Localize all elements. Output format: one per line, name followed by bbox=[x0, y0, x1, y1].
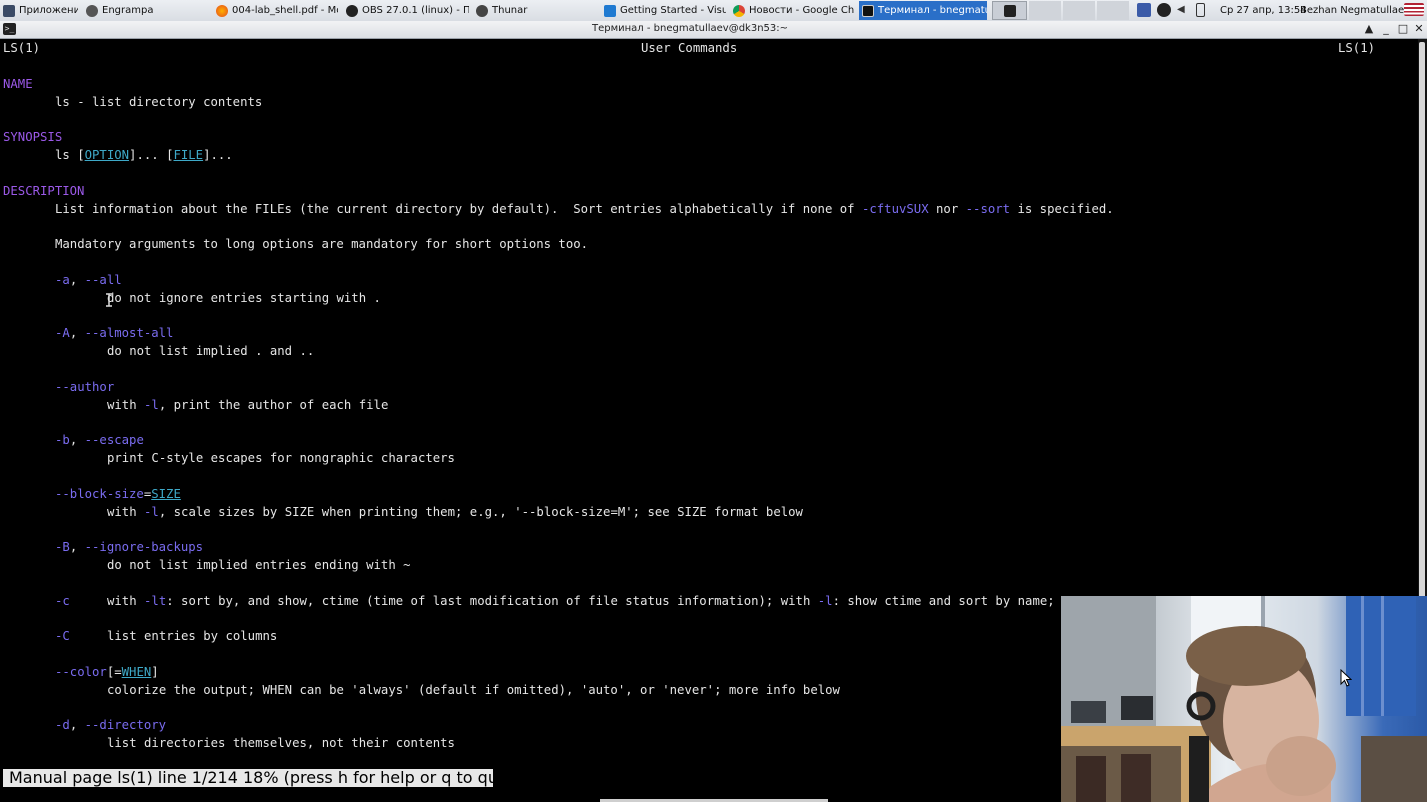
task-thunar[interactable]: Thunar bbox=[473, 1, 598, 20]
keyboard-layout-flag-icon[interactable] bbox=[1404, 3, 1424, 16]
obs-tray-icon[interactable] bbox=[1157, 3, 1171, 17]
vscode-icon bbox=[604, 4, 616, 17]
task-label: Thunar bbox=[492, 5, 528, 16]
pager-status-line: Manual page ls(1) line 1/214 18% (press … bbox=[3, 769, 515, 787]
close-button[interactable]: ✕ bbox=[1412, 22, 1426, 35]
task-engrampa[interactable]: Engrampa bbox=[83, 1, 208, 20]
option-almost-all-flags: -A, --almost-all bbox=[55, 326, 174, 340]
volume-icon[interactable]: ◀ bbox=[1177, 3, 1191, 17]
workspace-2[interactable] bbox=[1029, 1, 1061, 20]
option-block-size-text: with -l, scale sizes by SIZE when printi… bbox=[107, 505, 803, 519]
task-obs[interactable]: OBS 27.0.1 (linux) - П... bbox=[343, 1, 469, 20]
taskbar: Приложения Engrampa 004-lab_shell.pdf - … bbox=[0, 0, 1427, 22]
terminal-icon bbox=[862, 4, 874, 17]
option-columns-flag: -C bbox=[55, 629, 70, 643]
webcam-overlay bbox=[1061, 596, 1427, 802]
man-header-right: LS(1) bbox=[1338, 41, 1376, 55]
option-all-text: do not ignore entries starting with . bbox=[107, 291, 381, 305]
option-c-flag: -c bbox=[55, 594, 70, 608]
archive-icon bbox=[86, 4, 98, 17]
option-escape-flags: -b, --escape bbox=[55, 433, 144, 447]
network-icon[interactable] bbox=[1137, 3, 1151, 17]
task-chrome[interactable]: Новости - Google Chr... bbox=[730, 1, 855, 20]
apps-menu-icon bbox=[3, 4, 15, 17]
option-author-text: with -l, print the author of each file bbox=[107, 398, 389, 412]
battery-icon[interactable] bbox=[1196, 3, 1205, 17]
option-color-text: colorize the output; WHEN can be 'always… bbox=[107, 683, 840, 697]
workspace-1[interactable] bbox=[992, 1, 1027, 20]
webcam-video-frame bbox=[1061, 596, 1427, 802]
option-color-flag: --color[=WHEN] bbox=[55, 665, 159, 679]
window-titlebar[interactable]: >_ Терминал - bnegmatullaev@dk3n53:~ ▲ _… bbox=[0, 21, 1427, 39]
terminal-icon bbox=[1004, 4, 1016, 17]
task-label: Getting Started - Visu... bbox=[620, 5, 726, 16]
window-title: Терминал - bnegmatullaev@dk3n53:~ bbox=[591, 23, 789, 34]
task-pdf-viewer[interactable]: 004-lab_shell.pdf - Mo... bbox=[213, 1, 338, 20]
synopsis-line: ls [OPTION]... [FILE]... bbox=[55, 148, 233, 162]
description-paragraph-2: Mandatory arguments to long options are … bbox=[55, 237, 589, 251]
task-label: OBS 27.0.1 (linux) - П... bbox=[362, 5, 469, 16]
workspace-4[interactable] bbox=[1097, 1, 1129, 20]
maximize-button[interactable]: □ bbox=[1396, 22, 1410, 35]
task-label: Терминал - bnegmatul... bbox=[878, 5, 987, 16]
option-block-size-flag: --block-size=SIZE bbox=[55, 487, 181, 501]
applications-menu-label: Приложения bbox=[19, 5, 78, 16]
option-ignore-backups-flags: -B, --ignore-backups bbox=[55, 540, 204, 554]
task-label: 004-lab_shell.pdf - Mo... bbox=[232, 5, 338, 16]
mouse-pointer-icon bbox=[1340, 669, 1352, 687]
shade-button[interactable]: ▲ bbox=[1362, 22, 1376, 35]
man-header-center: User Commands bbox=[641, 41, 738, 55]
workspace-3[interactable] bbox=[1063, 1, 1095, 20]
option-all-flags: -a, --all bbox=[55, 273, 122, 287]
description-paragraph-1: List information about the FILEs (the cu… bbox=[55, 202, 1114, 216]
user-menu[interactable]: Bezhan Negmatullaev bbox=[1300, 5, 1410, 16]
minimize-button[interactable]: _ bbox=[1379, 22, 1393, 35]
text-cursor-icon bbox=[106, 293, 112, 307]
obs-icon bbox=[346, 4, 358, 17]
file-manager-icon bbox=[476, 4, 488, 17]
clock[interactable]: Ср 27 апр, 13:54 bbox=[1220, 5, 1307, 16]
option-directory-flags: -d, --directory bbox=[55, 718, 167, 732]
option-columns-text: list entries by columns bbox=[107, 629, 278, 643]
option-almost-all-text: do not list implied . and .. bbox=[107, 344, 315, 358]
task-vscode[interactable]: Getting Started - Visu... bbox=[601, 1, 726, 20]
task-label: Engrampa bbox=[102, 5, 154, 16]
section-heading-name: NAME bbox=[3, 77, 33, 91]
option-escape-text: print C-style escapes for nongraphic cha… bbox=[107, 451, 455, 465]
scrollbar-thumb[interactable] bbox=[1419, 42, 1425, 632]
task-terminal[interactable]: Терминал - bnegmatul... bbox=[859, 1, 987, 20]
name-description: ls - list directory contents bbox=[55, 95, 263, 109]
option-author-flag: --author bbox=[55, 380, 115, 394]
chrome-icon bbox=[733, 4, 745, 17]
option-c-text: with -lt: sort by, and show, ctime (time… bbox=[107, 594, 1055, 608]
option-ignore-backups-text: do not list implied entries ending with … bbox=[107, 558, 411, 572]
task-label: Новости - Google Chr... bbox=[749, 5, 855, 16]
man-header-left: LS(1) bbox=[3, 41, 41, 55]
firefox-icon bbox=[216, 4, 228, 17]
option-directory-text: list directories themselves, not their c… bbox=[107, 736, 455, 750]
synopsis-file-arg: FILE bbox=[173, 148, 204, 162]
synopsis-option-arg: OPTION bbox=[84, 148, 130, 162]
section-heading-description: DESCRIPTION bbox=[3, 184, 85, 198]
applications-menu-button[interactable]: Приложения bbox=[0, 1, 78, 20]
section-heading-synopsis: SYNOPSIS bbox=[3, 130, 63, 144]
